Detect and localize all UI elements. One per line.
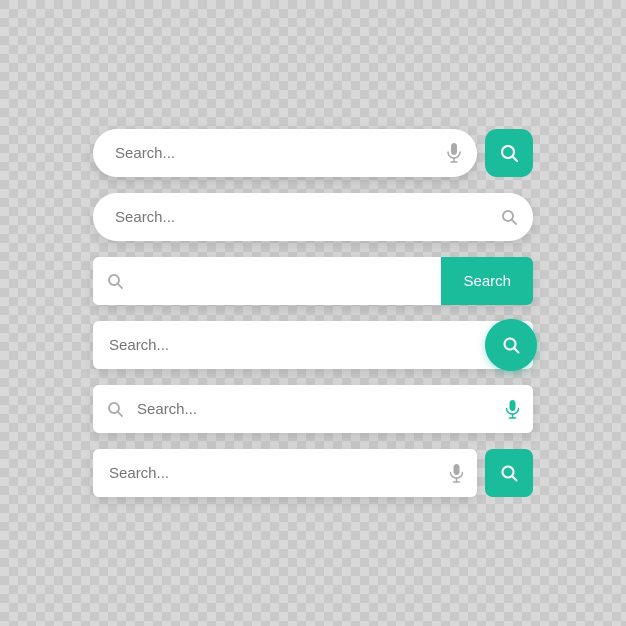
search-icon-6 bbox=[500, 464, 518, 482]
search-input-wrap-1 bbox=[93, 129, 477, 177]
mic-icon-1 bbox=[447, 143, 461, 163]
search-input-wrap-4 bbox=[93, 321, 533, 369]
mic-icon-5 bbox=[506, 400, 519, 419]
search-input-3[interactable] bbox=[93, 257, 441, 305]
search-input-2[interactable] bbox=[93, 193, 533, 241]
mic-icon-6 bbox=[450, 464, 463, 483]
search-input-6[interactable] bbox=[93, 449, 477, 497]
search-button-6[interactable] bbox=[485, 449, 533, 497]
search-input-wrap-3: Search bbox=[93, 257, 533, 305]
search-button-1[interactable] bbox=[485, 129, 533, 177]
search-row-2 bbox=[93, 193, 533, 241]
search-row-6 bbox=[93, 449, 533, 497]
search-input-wrap-6 bbox=[93, 449, 477, 497]
search-icon-4 bbox=[502, 336, 520, 354]
search-icon-5 bbox=[107, 401, 123, 417]
search-button-4[interactable] bbox=[485, 319, 537, 371]
search-icon-1 bbox=[500, 144, 518, 162]
search-row-5 bbox=[93, 385, 533, 433]
search-button-3[interactable]: Search bbox=[441, 257, 533, 305]
search-row-1 bbox=[93, 129, 533, 177]
search-input-5[interactable] bbox=[93, 385, 533, 433]
search-input-1[interactable] bbox=[93, 129, 477, 177]
search-input-wrap-2 bbox=[93, 193, 533, 241]
search-row-4 bbox=[93, 321, 533, 369]
search-input-4[interactable] bbox=[93, 321, 533, 369]
search-row-3: Search bbox=[93, 257, 533, 305]
search-bars-container: Search bbox=[73, 99, 553, 527]
search-input-wrap-5 bbox=[93, 385, 533, 433]
search-icon-3 bbox=[107, 273, 123, 289]
search-icon-2 bbox=[501, 209, 517, 225]
